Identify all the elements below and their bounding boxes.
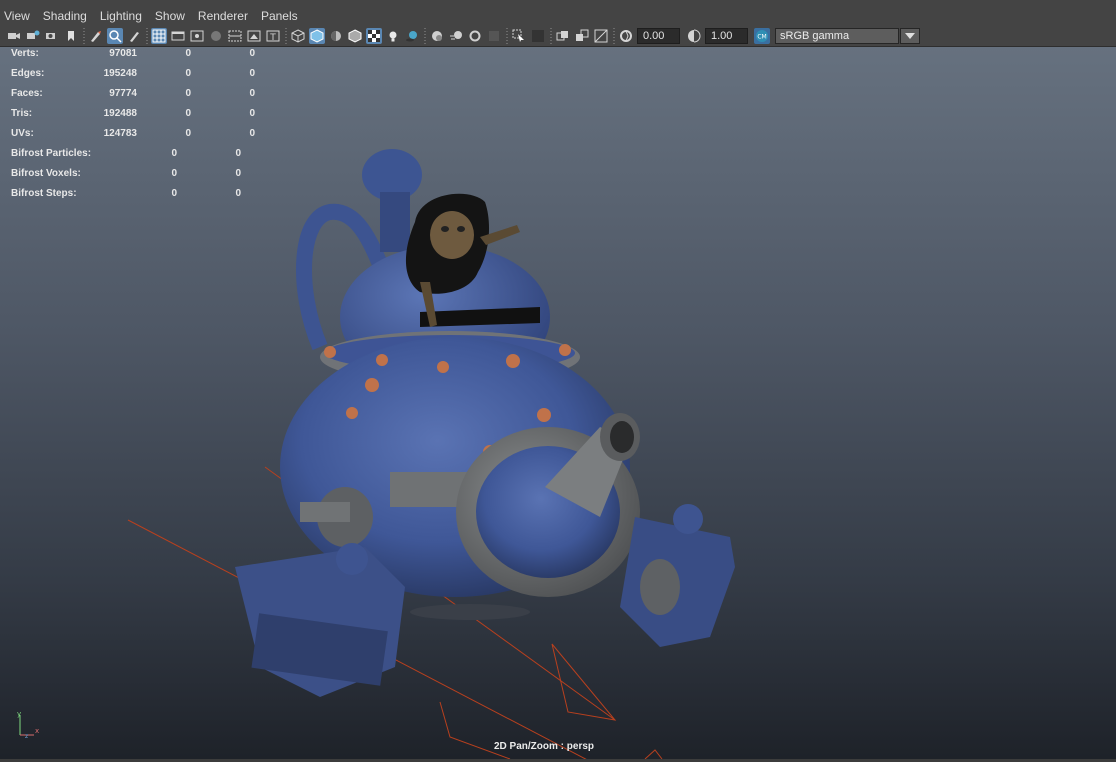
exposure-field[interactable]: 0.00 (637, 28, 680, 44)
menu-panels[interactable]: Panels (256, 7, 306, 26)
menu-renderer[interactable]: Renderer (193, 7, 256, 26)
chevron-down-icon (905, 33, 915, 39)
menu-show[interactable]: Show (150, 7, 193, 26)
use-all-lights-icon[interactable] (385, 28, 401, 44)
view-transform-icon[interactable]: CM (754, 28, 770, 44)
color-space-dropdown-button[interactable] (900, 28, 920, 44)
panel-toolbar: T 0.00 1.00 CM sRGB gamma (0, 26, 1116, 47)
3d-viewport[interactable]: Verts: 97081 0 0 Edges: 195248 0 0 Faces… (0, 47, 1116, 759)
image-plane-icon[interactable] (63, 28, 79, 44)
motion-blur-icon[interactable] (448, 28, 464, 44)
axis-gizmo-icon: y x z (17, 710, 39, 739)
toolbar-separator (146, 28, 148, 44)
default-material-icon[interactable] (328, 28, 344, 44)
backface-culling-icon[interactable] (593, 28, 609, 44)
gamma-field[interactable]: 1.00 (705, 28, 748, 44)
grid-icon[interactable] (151, 28, 167, 44)
xray-joints-icon[interactable] (574, 28, 590, 44)
depth-of-field-icon[interactable] (486, 28, 502, 44)
menu-shading[interactable]: Shading (38, 7, 95, 26)
camera-label: 2D Pan/Zoom : persp (494, 741, 595, 752)
multisample-aa-icon[interactable] (467, 28, 483, 44)
wireframe-icon[interactable] (290, 28, 306, 44)
shadows-icon[interactable] (404, 28, 420, 44)
toolbar-separator (83, 28, 85, 44)
grease-pencil-icon[interactable] (88, 28, 104, 44)
resolution-gate-icon[interactable] (189, 28, 205, 44)
menu-view[interactable]: View (0, 7, 38, 26)
toolbar-separator (285, 28, 287, 44)
camera-attributes-icon[interactable] (25, 28, 41, 44)
svg-text:T: T (269, 33, 276, 43)
smooth-shade-icon[interactable] (309, 28, 325, 44)
svg-text:x: x (35, 727, 39, 735)
panel-menu-bar: View Shading Lighting Show Renderer Pane… (0, 7, 1116, 26)
bookmarks-icon[interactable] (44, 28, 60, 44)
screen-space-ao-icon[interactable] (429, 28, 445, 44)
safe-title-icon[interactable]: T (265, 28, 281, 44)
toolbar-separator (424, 28, 426, 44)
isolate-select-icon[interactable] (511, 28, 527, 44)
gate-mask-icon[interactable] (208, 28, 224, 44)
xray-icon[interactable] (530, 28, 546, 44)
toolbar-separator (506, 28, 508, 44)
svg-text:CM: CM (757, 34, 766, 41)
brush-icon[interactable] (126, 28, 142, 44)
color-space-select[interactable]: sRGB gamma (775, 28, 899, 44)
svg-text:y: y (17, 710, 21, 718)
select-camera-icon[interactable] (6, 28, 22, 44)
textured-icon[interactable] (366, 28, 382, 44)
toolbar-separator (613, 28, 615, 44)
svg-text:z: z (25, 733, 28, 739)
toolbar-separator (550, 28, 552, 44)
wireframe-on-shaded-icon[interactable] (347, 28, 363, 44)
field-chart-icon[interactable] (227, 28, 243, 44)
2d-pan-zoom-icon[interactable] (107, 28, 123, 44)
xray-active-components-icon[interactable] (555, 28, 571, 44)
menu-lighting[interactable]: Lighting (95, 7, 150, 26)
safe-action-icon[interactable] (246, 28, 262, 44)
film-gate-icon[interactable] (170, 28, 186, 44)
gamma-icon[interactable] (686, 28, 702, 44)
exposure-icon[interactable] (618, 28, 634, 44)
